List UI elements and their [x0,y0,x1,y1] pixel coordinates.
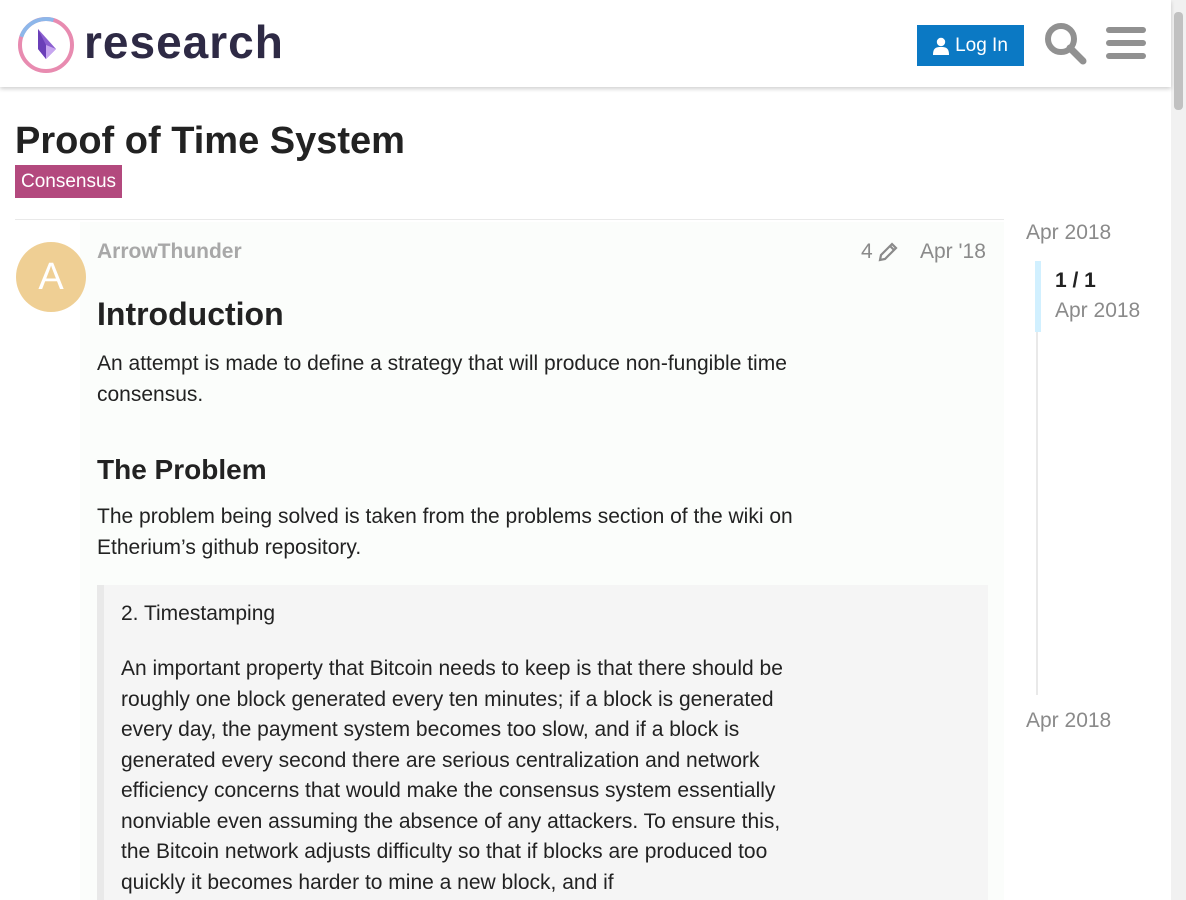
login-button-label: Log In [955,34,1008,56]
topic-title[interactable]: Proof of Time System [15,119,405,163]
edit-count: 4 [861,240,873,263]
user-icon [933,37,950,55]
problem-heading: The Problem [97,454,267,485]
edit-history-button[interactable]: 4 [861,240,899,264]
pencil-icon [878,242,898,262]
quote-body: An important property that Bitcoin needs… [121,657,783,894]
site-brand[interactable]: research [84,14,284,70]
search-icon[interactable] [1043,21,1087,65]
quote-title: 2. Timestamping [121,602,276,625]
scrollbar-thumb[interactable] [1174,12,1183,110]
intro-paragraph: An attempt is made to define a strategy … [97,352,787,406]
timeline-start-date[interactable]: Apr 2018 [1026,221,1111,245]
timeline-end-date[interactable]: Apr 2018 [1026,709,1111,733]
timeline-position: 1 / 1 [1055,269,1096,292]
timeline-position-date: Apr 2018 [1055,299,1141,322]
intro-heading: Introduction [97,296,284,332]
avatar[interactable]: A [16,242,86,312]
post-username[interactable]: ArrowThunder [97,240,242,264]
page-scrollbar[interactable] [1171,0,1186,900]
logo-icon[interactable] [16,15,76,75]
post-date[interactable]: Apr '18 [920,240,986,264]
category-badge[interactable]: Consensus [15,165,123,198]
blockquote: 2. Timestamping An important property th… [97,585,988,900]
login-button[interactable]: Log In [917,25,1024,66]
hamburger-menu-icon[interactable] [1106,25,1146,61]
problem-paragraph: The problem being solved is taken from t… [97,505,793,559]
timeline-handle[interactable] [1035,261,1041,332]
site-header: research Log In [0,0,1171,87]
title-divider [15,219,1004,220]
